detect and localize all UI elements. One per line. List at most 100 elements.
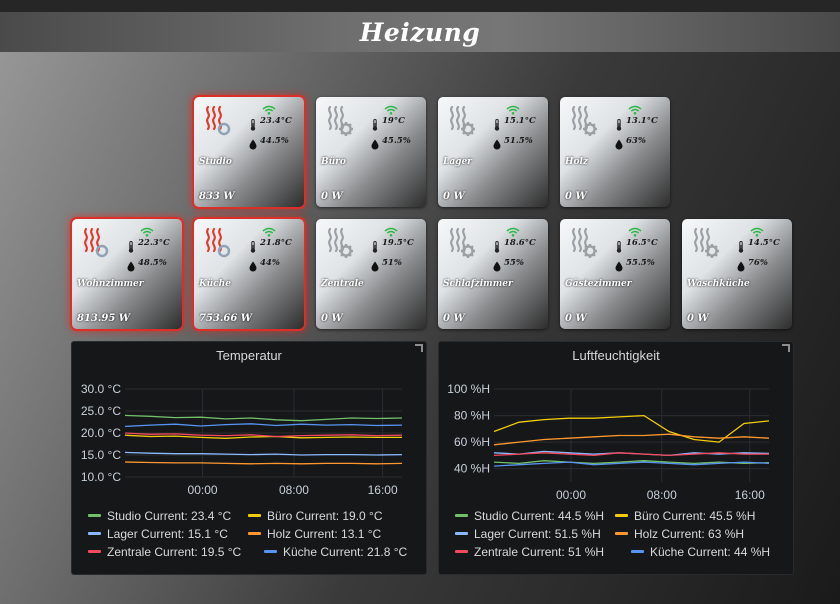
legend-item[interactable]: Lager Current: 51.5 %H (455, 527, 601, 541)
legend-item[interactable]: Lager Current: 15.1 °C (88, 527, 228, 541)
room-humidity: 63% (626, 136, 646, 146)
room-humidity: 51.5% (504, 136, 533, 146)
wifi-icon (384, 100, 398, 115)
legend-item[interactable]: Zentrale Current: 51 %H (455, 545, 604, 559)
humidity-drop-icon (249, 257, 257, 272)
room-tile-3[interactable]: 13.1°C 63% Holz 0 W (560, 97, 670, 207)
room-temperature: 19.5°C (382, 238, 414, 248)
legend-swatch (88, 514, 101, 518)
heating-icon (569, 227, 599, 259)
heating-icon (691, 227, 721, 259)
legend-item[interactable]: Holz Current: 13.1 °C (248, 527, 381, 541)
thermometer-icon (738, 238, 744, 253)
legend-swatch (615, 532, 628, 536)
legend-label: Büro Current: 45.5 %H (634, 509, 756, 523)
room-tile-2[interactable]: 15.1°C 51.5% Lager 0 W (438, 97, 548, 207)
room-tile-9[interactable]: 14.5°C 76% Waschküche 0 W (682, 219, 792, 329)
heating-icon (203, 227, 233, 259)
room-humidity: 45.5% (382, 136, 411, 146)
room-tile-1[interactable]: 19°C 45.5% Büro 0 W (316, 97, 426, 207)
room-name: Schlafzimmer (443, 279, 513, 289)
x-tick-label: 16:00 (735, 488, 765, 502)
series-line-holz (124, 461, 403, 465)
wifi-icon (628, 100, 642, 115)
y-tick-label: 20.0 °C (81, 426, 121, 440)
room-power: 0 W (565, 191, 587, 202)
humidity-drop-icon (371, 257, 379, 272)
x-tick-label: 16:00 (368, 483, 398, 497)
legend-label: Küche Current: 44 %H (650, 545, 771, 559)
room-name: Gästezimmer (565, 279, 632, 289)
room-tile-5[interactable]: 21.8°C 44% Küche 753.66 W (194, 219, 304, 329)
room-temperature: 13.1°C (626, 116, 658, 126)
legend-label: Büro Current: 19.0 °C (267, 509, 383, 523)
room-tile-4[interactable]: 22.3°C 48.5% Wohnzimmer 813.95 W (72, 219, 182, 329)
thermometer-icon (128, 238, 134, 253)
thermometer-icon (372, 238, 378, 253)
legend-swatch (88, 550, 101, 554)
room-tile-7[interactable]: 18.6°C 55% Schlafzimmer 0 W (438, 219, 548, 329)
legend-item[interactable]: Zentrale Current: 19.5 °C (88, 545, 241, 559)
y-tick-label: 30.0 °C (81, 382, 121, 396)
legend-swatch (264, 550, 277, 554)
legend-swatch (455, 514, 468, 518)
room-temperature: 19°C (382, 116, 405, 126)
room-temperature: 16.5°C (626, 238, 658, 248)
legend-item[interactable]: Studio Current: 23.4 °C (88, 509, 231, 523)
humidity-drop-icon (493, 135, 501, 150)
room-name: Büro (321, 157, 346, 167)
legend-item[interactable]: Küche Current: 21.8 °C (264, 545, 407, 559)
room-humidity: 76% (748, 258, 768, 268)
room-temperature: 18.6°C (504, 238, 536, 248)
humidity-drop-icon (737, 257, 745, 272)
room-tile-0[interactable]: 23.4°C 44.5% Studio 833 W (194, 97, 304, 207)
temperature-panel: Temperatur 30.0 °C 25.0 °C 20.0 °C 15.0 °C 1… (71, 341, 427, 575)
humidity-drop-icon (615, 135, 623, 150)
thermometer-icon (494, 116, 500, 131)
room-humidity: 55% (504, 258, 524, 268)
heating-icon (447, 227, 477, 259)
room-humidity: 48.5% (138, 258, 167, 268)
legend-item[interactable]: Büro Current: 19.0 °C (248, 509, 383, 523)
room-tile-6[interactable]: 19.5°C 51% Zentrale 0 W (316, 219, 426, 329)
room-name: Studio (199, 157, 232, 167)
legend-swatch (455, 532, 468, 536)
room-name: Küche (199, 279, 231, 289)
legend-item[interactable]: Büro Current: 45.5 %H (615, 509, 755, 523)
thermometer-icon (616, 238, 622, 253)
wifi-icon (506, 100, 520, 115)
room-name: Lager (443, 157, 472, 167)
legend-label: Lager Current: 51.5 %H (474, 527, 601, 541)
thermometer-icon (372, 116, 378, 131)
page-title: Heizung (359, 17, 481, 47)
thermometer-icon (250, 238, 256, 253)
room-power: 833 W (199, 191, 235, 202)
humidity-drop-icon (127, 257, 135, 272)
heating-icon (569, 105, 599, 137)
thermometer-icon (616, 116, 622, 131)
humidity-drop-icon (493, 257, 501, 272)
x-tick-label: 00:00 (188, 483, 218, 497)
heating-icon (325, 227, 355, 259)
legend-label: Holz Current: 13.1 °C (267, 527, 382, 541)
room-humidity: 51% (382, 258, 402, 268)
wifi-icon (750, 222, 764, 237)
room-tile-8[interactable]: 16.5°C 55.5% Gästezimmer 0 W (560, 219, 670, 329)
y-tick-label: 80 %H (454, 409, 490, 423)
legend-item[interactable]: Holz Current: 63 %H (615, 527, 744, 541)
thermometer-icon (250, 116, 256, 131)
room-power: 0 W (443, 191, 465, 202)
room-power: 753.66 W (199, 313, 252, 324)
room-power: 0 W (321, 313, 343, 324)
wifi-icon (628, 222, 642, 237)
y-tick-label: 60 %H (454, 435, 490, 449)
humidity-drop-icon (371, 135, 379, 150)
heating-icon (81, 227, 111, 259)
top-bar (0, 0, 840, 12)
heating-icon (203, 105, 233, 137)
legend-item[interactable]: Studio Current: 44.5 %H (455, 509, 604, 523)
room-name: Holz (565, 157, 589, 167)
y-tick-label: 10.0 °C (81, 470, 121, 484)
series-line-studio (124, 414, 403, 422)
legend-item[interactable]: Küche Current: 44 %H (631, 545, 770, 559)
